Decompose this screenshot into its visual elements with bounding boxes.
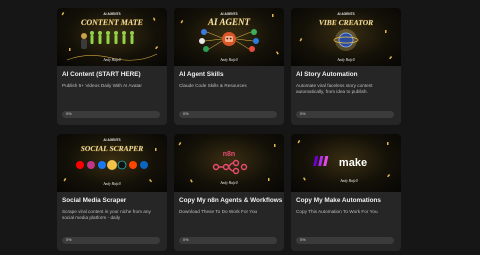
progress-bar: 0%: [179, 237, 277, 244]
svg-text:n8n: n8n: [223, 151, 235, 158]
course-info: Social Media Scraper Scrape viral conten…: [57, 192, 167, 251]
progress-label: 0%: [183, 238, 189, 242]
svg-text:AI AGENTS: AI AGENTS: [220, 12, 237, 16]
course-title[interactable]: Copy My n8n Agents & Workflows: [179, 197, 282, 205]
svg-text:VIBE CREATOR: VIBE CREATOR: [319, 18, 373, 27]
course-card-ai-agent-skills[interactable]: AI AGENTS AI AGENT Andy Hafell AI Agent …: [174, 8, 284, 125]
course-title[interactable]: AI Agent Skills: [179, 71, 279, 79]
n8n-logo-icon: n8n Andy Hafell: [178, 142, 276, 185]
course-info: AI Story Automation Automate viral facel…: [291, 66, 401, 125]
svg-text:Andy Hafell: Andy Hafell: [219, 58, 237, 62]
course-info: AI Agent Skills Claude Code Skills & Res…: [174, 66, 284, 125]
banner-badge: AI AGENTS: [103, 12, 120, 16]
course-description: Publish 5+ Videos Daily With AI Avatar: [62, 83, 142, 88]
course-title[interactable]: Social Media Scraper: [62, 197, 162, 205]
svg-text:Andy Hafell: Andy Hafell: [339, 179, 357, 183]
planet-icon: AI AGENTS VIBE CREATOR Andy Hafell: [299, 12, 393, 62]
course-description: Copy This Automation To Work For You: [296, 209, 378, 214]
progress-bar: 0%: [296, 237, 394, 244]
course-card-ai-story-automation[interactable]: AI AGENTS VIBE CREATOR Andy Hafell AI St…: [291, 8, 401, 125]
course-info: Copy My Make Automations Copy This Autom…: [291, 192, 401, 251]
course-thumbnail: AI AGENTS AI AGENT Andy Hafell: [174, 8, 284, 66]
course-thumbnail: make Andy Hafell: [291, 134, 401, 192]
course-card-ai-content[interactable]: AI AGENTS CONTENT MATE Andy Hafell AI Co…: [57, 8, 167, 125]
course-info: Copy My n8n Agents & Workflows Download …: [174, 192, 284, 251]
app-integrations-icon: AI AGENTS AI AGENT Andy Hafell: [180, 12, 279, 62]
progress-label: 0%: [66, 112, 72, 116]
svg-text:Andy Hafell: Andy Hafell: [336, 58, 354, 62]
make-logo-icon: make Andy Hafell: [297, 140, 391, 183]
course-info: AI Content (START HERE) Publish 5+ Video…: [57, 66, 167, 125]
course-card-make-automations[interactable]: make Andy Hafell Copy My Make Automation…: [291, 134, 401, 251]
svg-text:Andy Hafell: Andy Hafell: [219, 181, 237, 185]
course-title[interactable]: Copy My Make Automations: [296, 197, 396, 205]
course-thumbnail: AI AGENTS VIBE CREATOR Andy Hafell: [291, 8, 401, 66]
course-card-social-media-scraper[interactable]: AI AGENTS SOCIAL SCRAPER Andy Hafell Soc…: [57, 134, 167, 251]
social-logos-icon: AI AGENTS SOCIAL SCRAPER Andy Hafell: [63, 138, 157, 186]
course-card-n8n-agents[interactable]: n8n Andy Hafell Copy My n8n Agents & Wor…: [174, 134, 284, 251]
course-description: Download These To Do Work For You: [179, 209, 258, 214]
course-thumbnail: AI AGENTS CONTENT MATE Andy Hafell: [57, 8, 167, 66]
course-title[interactable]: AI Story Automation: [296, 71, 396, 79]
progress-bar: 0%: [62, 111, 160, 118]
progress-label: 0%: [300, 112, 306, 116]
course-thumbnail: n8n Andy Hafell: [174, 134, 284, 192]
progress-bar: 0%: [296, 111, 394, 118]
course-thumbnail: AI AGENTS SOCIAL SCRAPER Andy Hafell: [57, 134, 167, 192]
progress-bar: 0%: [62, 237, 160, 244]
svg-text:AI AGENTS: AI AGENTS: [103, 138, 120, 142]
progress-label: 0%: [300, 238, 306, 242]
progress-label: 0%: [66, 238, 72, 242]
avatar-clones-icon: AI AGENTS CONTENT MATE Andy Hafell: [61, 12, 159, 62]
signature: Andy Hafell: [102, 58, 120, 62]
progress-bar: 0%: [179, 111, 277, 118]
course-title[interactable]: AI Content (START HERE): [62, 71, 162, 79]
svg-text:AI AGENTS: AI AGENTS: [337, 12, 354, 16]
svg-text:SOCIAL SCRAPER: SOCIAL SCRAPER: [81, 144, 143, 153]
course-description: Scrape viral content in your niche from …: [62, 209, 151, 221]
banner-title: CONTENT MATE: [81, 18, 143, 27]
svg-text:Andy Hafell: Andy Hafell: [102, 182, 120, 186]
course-description: Claude Code Skills & Resources: [179, 83, 247, 88]
course-grid: AI AGENTS CONTENT MATE Andy Hafell AI Co…: [57, 8, 407, 251]
svg-text:AI AGENT: AI AGENT: [207, 17, 250, 27]
svg-text:make: make: [339, 157, 367, 169]
progress-label: 0%: [183, 112, 189, 116]
course-description: Automate viral faceless story content au…: [296, 83, 373, 95]
